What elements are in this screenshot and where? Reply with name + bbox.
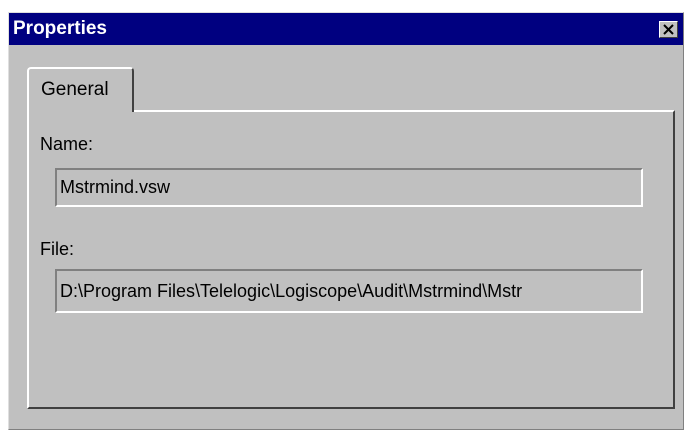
tab-general[interactable]: General: [27, 67, 134, 112]
file-field[interactable]: [55, 269, 643, 313]
name-field[interactable]: [55, 168, 643, 207]
name-label: Name:: [40, 134, 94, 154]
tab-general-label: General: [41, 79, 109, 100]
properties-dialog: Properties General Name: File:: [8, 12, 684, 430]
title-bar[interactable]: Properties: [9, 13, 683, 45]
close-button[interactable]: [659, 21, 678, 38]
close-icon: [663, 24, 674, 35]
general-tab-panel: [27, 110, 675, 409]
dialog-title: Properties: [13, 18, 107, 39]
file-label: File:: [40, 239, 75, 259]
